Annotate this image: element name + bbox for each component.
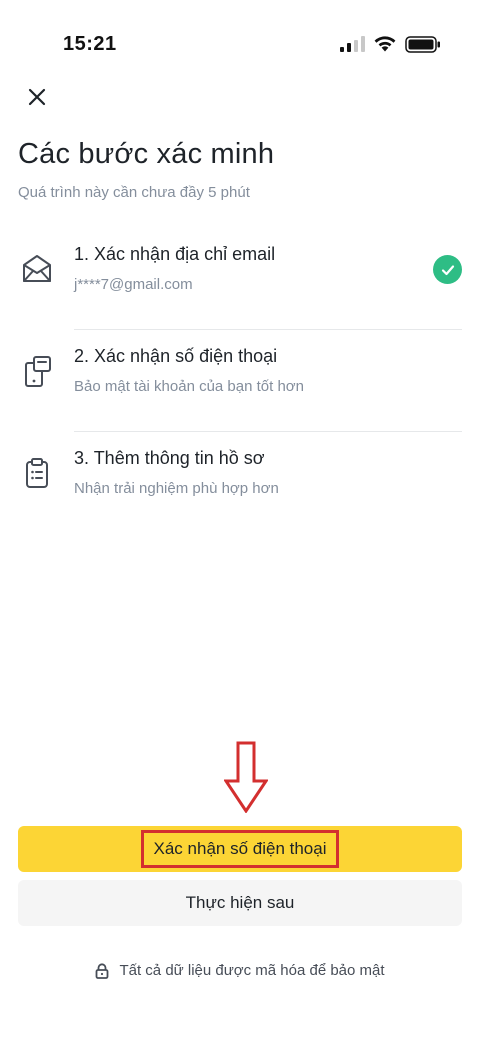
check-icon <box>433 255 462 284</box>
close-button[interactable] <box>22 82 52 112</box>
step-title: 1. Xác nhận địa chỉ email <box>74 244 276 264</box>
step-email-verification[interactable]: 1. Xác nhận địa chỉ email j****7@gmail.c… <box>0 228 480 330</box>
step-description: Bảo mật tài khoản của bạn tốt hơn <box>74 378 304 395</box>
verify-phone-button[interactable]: Xác nhận số điện thoại <box>18 826 462 872</box>
status-bar: 15:21 <box>0 0 480 80</box>
step-description: j****7@gmail.com <box>74 276 193 293</box>
wifi-icon <box>374 36 396 52</box>
verify-phone-button-label: Xác nhận số điện thoại <box>140 830 340 868</box>
down-arrow-annotation <box>224 741 268 813</box>
do-later-button-label: Thực hiện sau <box>185 893 295 912</box>
step-title: 2. Xác nhận số điện thoại <box>74 346 278 366</box>
status-time: 15:21 <box>63 33 117 55</box>
security-note-text: Tất cả dữ liệu được mã hóa để bảo mật <box>119 962 385 979</box>
lock-icon <box>96 962 109 979</box>
clipboard-icon <box>18 454 56 492</box>
phone-icon <box>18 352 56 390</box>
verification-steps-list: 1. Xác nhận địa chỉ email j****7@gmail.c… <box>0 228 480 534</box>
page-title: Các bước xác minh <box>18 138 275 170</box>
step-description: Nhận trải nghiệm phù hợp hơn <box>74 480 279 497</box>
security-note: Tất cả dữ liệu được mã hóa để bảo mật <box>0 962 480 979</box>
cellular-signal-icon <box>340 36 365 52</box>
battery-icon <box>405 36 440 53</box>
step-profile-info[interactable]: 3. Thêm thông tin hồ sơ Nhận trải nghiệm… <box>0 432 480 534</box>
step-phone-verification[interactable]: 2. Xác nhận số điện thoại Bảo mật tài kh… <box>0 330 480 432</box>
close-icon <box>28 88 46 106</box>
do-later-button[interactable]: Thực hiện sau <box>18 880 462 926</box>
step-title: 3. Thêm thông tin hồ sơ <box>74 448 265 468</box>
page-subtitle: Quá trình này cần chưa đầy 5 phút <box>18 184 250 201</box>
envelope-icon <box>18 250 56 288</box>
